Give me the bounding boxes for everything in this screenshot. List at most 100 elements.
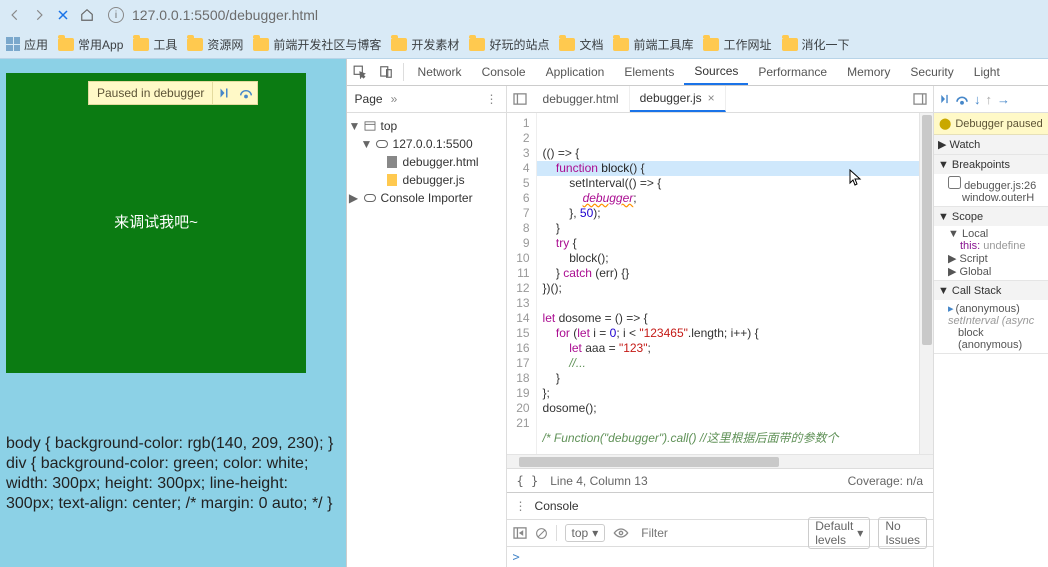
device-toggle-button[interactable]: [373, 59, 399, 85]
stack-frame[interactable]: (anonymous): [948, 339, 1044, 351]
devtools-panel: Network Console Application Elements Sou…: [346, 59, 1048, 567]
bookmark-item[interactable]: 消化一下: [782, 36, 850, 53]
tab-lighthouse[interactable]: Light: [964, 59, 1010, 85]
tab-console[interactable]: Console: [472, 59, 536, 85]
drawer-menu-icon[interactable]: ⋮: [515, 499, 527, 513]
tree-file-js[interactable]: debugger.js: [347, 171, 506, 189]
forward-button[interactable]: [30, 6, 48, 24]
clear-console-button[interactable]: [535, 527, 548, 540]
sources-navigator: Page » ⋮ ▼top ▼127.0.0.1:5500 debugger.h…: [347, 86, 507, 567]
bookmark-item[interactable]: 文档: [559, 36, 603, 53]
apps-icon: [6, 37, 20, 51]
stack-frame-async[interactable]: setInterval (async: [948, 315, 1044, 327]
tree-origin[interactable]: ▼127.0.0.1:5500: [347, 135, 506, 153]
tab-security[interactable]: Security: [900, 59, 963, 85]
source-editor: debugger.html debugger.js× 1234567891011…: [507, 86, 933, 567]
bookmark-item[interactable]: 常用App: [58, 36, 123, 53]
file-icon: [387, 156, 397, 168]
watch-section[interactable]: ▶Watch: [934, 135, 1048, 154]
site-info-icon[interactable]: i: [108, 7, 124, 23]
breakpoint-item[interactable]: debugger.js:26window.outerH: [934, 174, 1048, 206]
horizontal-scrollbar[interactable]: [507, 454, 933, 468]
scope-global[interactable]: ▶ Global: [948, 265, 1044, 278]
console-sidebar-toggle[interactable]: [513, 527, 527, 539]
browser-toolbar: i 127.0.0.1:5500/debugger.html: [0, 0, 1048, 30]
resume-button[interactable]: [213, 82, 235, 104]
folder-icon: [253, 38, 269, 51]
folder-icon: [782, 38, 798, 51]
bookmark-item[interactable]: 工作网址: [703, 36, 771, 53]
toggle-navigator-button[interactable]: [507, 86, 533, 112]
breakpoint-checkbox[interactable]: [948, 176, 961, 189]
step-into-button[interactable]: ↓: [974, 92, 981, 107]
navigator-menu-icon[interactable]: ⋮: [486, 92, 498, 106]
filter-input[interactable]: [637, 523, 800, 543]
stack-frame[interactable]: block: [948, 327, 1044, 339]
coverage-label: Coverage: n/a: [848, 474, 923, 488]
bookmark-item[interactable]: 工具: [133, 36, 177, 53]
css-text-dump: body { background-color: rgb(140, 209, 2…: [6, 434, 340, 514]
inspect-element-button[interactable]: [347, 59, 373, 85]
scope-local[interactable]: ▼ Local: [948, 228, 1044, 240]
url-text: 127.0.0.1:5500/debugger.html: [132, 7, 318, 23]
live-expression-button[interactable]: [613, 527, 629, 539]
file-tab-html[interactable]: debugger.html: [533, 86, 630, 112]
step-button[interactable]: →: [997, 92, 1010, 107]
scope-section[interactable]: ▼Scope: [934, 207, 1048, 226]
tab-performance[interactable]: Performance: [748, 59, 837, 85]
breakpoints-section[interactable]: ▼Breakpoints: [934, 155, 1048, 174]
context-selector[interactable]: top ▾: [565, 524, 606, 542]
debugger-sidebar: ↓ ↑ → ⬤Debugger paused ▶Watch ▼Breakpoin…: [933, 86, 1048, 567]
console-tab[interactable]: Console: [535, 499, 579, 513]
stack-frame[interactable]: ▸(anonymous): [948, 302, 1044, 315]
paused-label: Paused in debugger: [89, 86, 212, 100]
step-out-button[interactable]: ↑: [986, 92, 993, 107]
cloud-icon: [364, 194, 376, 202]
more-tabs-icon[interactable]: »: [391, 92, 398, 106]
scope-script[interactable]: ▶ Script: [948, 252, 1044, 265]
paused-banner: ⬤Debugger paused: [934, 113, 1048, 135]
bookmark-item[interactable]: 好玩的站点: [469, 36, 549, 53]
tab-network[interactable]: Network: [408, 59, 472, 85]
folder-icon: [187, 38, 203, 51]
toggle-debugger-button[interactable]: [907, 86, 933, 112]
bookmark-item[interactable]: 前端开发社区与博客: [253, 36, 381, 53]
close-tab-icon[interactable]: ×: [708, 91, 715, 105]
tree-file-html[interactable]: debugger.html: [347, 153, 506, 171]
folder-icon: [559, 38, 575, 51]
folder-icon: [58, 38, 74, 51]
line-gutter: 123456789101112131415161718192021: [507, 113, 537, 454]
tab-elements[interactable]: Elements: [614, 59, 684, 85]
log-levels-selector[interactable]: Default levels ▾: [808, 517, 870, 549]
resume-script-button[interactable]: [939, 93, 950, 105]
console-prompt[interactable]: >: [507, 547, 933, 567]
tree-top[interactable]: ▼top: [347, 117, 506, 135]
tab-sources[interactable]: Sources: [684, 59, 748, 85]
bookmark-item[interactable]: 前端工具库: [613, 36, 693, 53]
file-tab-js[interactable]: debugger.js×: [630, 86, 726, 112]
pretty-print-icon[interactable]: { }: [517, 474, 539, 488]
code-editor[interactable]: 123456789101112131415161718192021 (() =>…: [507, 113, 933, 454]
apps-shortcut[interactable]: 应用: [6, 36, 48, 53]
tab-application[interactable]: Application: [536, 59, 615, 85]
js-file-icon: [387, 174, 397, 186]
bookmarks-bar: 应用 常用App 工具 资源网 前端开发社区与博客 开发素材 好玩的站点 文档 …: [0, 30, 1048, 59]
issues-button[interactable]: No Issues: [878, 517, 927, 549]
stop-button[interactable]: [54, 6, 72, 24]
console-drawer: ⋮ Console top ▾ Default levels ▾ No Issu…: [507, 492, 933, 567]
home-button[interactable]: [78, 6, 96, 24]
address-bar[interactable]: i 127.0.0.1:5500/debugger.html: [102, 3, 1042, 27]
folder-icon: [703, 38, 719, 51]
back-button[interactable]: [6, 6, 24, 24]
step-over-button[interactable]: [235, 82, 257, 104]
step-over-button[interactable]: [955, 94, 969, 105]
page-tab[interactable]: Page: [355, 92, 383, 106]
code-content: (() => { function block() { setInterval(…: [543, 146, 933, 446]
tree-console-importer[interactable]: ▶Console Importer: [347, 189, 506, 207]
bookmark-item[interactable]: 资源网: [187, 36, 243, 53]
cloud-icon: [376, 140, 388, 148]
callstack-section[interactable]: ▼Call Stack: [934, 281, 1048, 300]
bookmark-item[interactable]: 开发素材: [391, 36, 459, 53]
tab-memory[interactable]: Memory: [837, 59, 900, 85]
devtools-tabbar: Network Console Application Elements Sou…: [347, 59, 1048, 86]
